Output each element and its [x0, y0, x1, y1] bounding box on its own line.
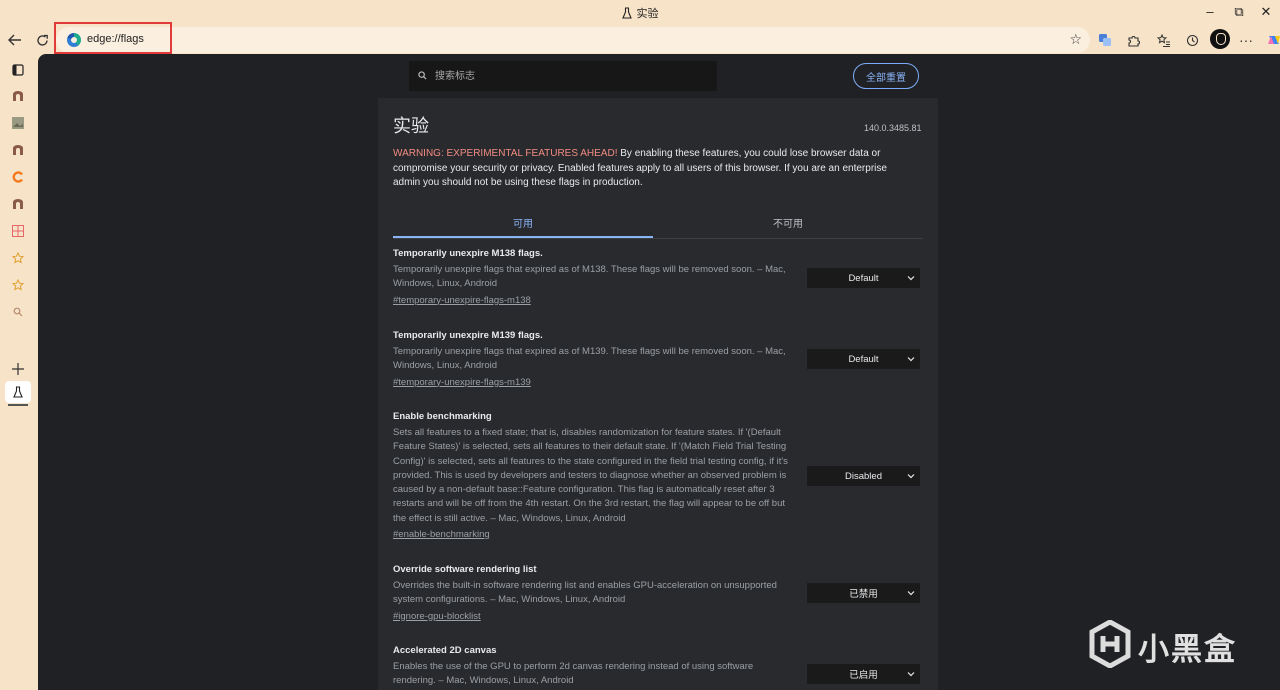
tab-unavailable[interactable]: 不可用	[653, 208, 923, 238]
favorite-star-icon[interactable]: ☆	[1069, 31, 1082, 48]
beaker-icon	[13, 386, 23, 398]
reset-all-button[interactable]: 全部重置	[853, 63, 919, 89]
c-favicon-icon	[12, 171, 23, 183]
address-text[interactable]: edge://flags	[87, 33, 144, 45]
picture-favicon-icon	[12, 117, 24, 129]
flag-description: Temporarily unexpire flags that expired …	[393, 264, 786, 290]
more-button[interactable]: ···	[1236, 30, 1256, 50]
grid-favicon-icon	[12, 225, 24, 237]
chevron-down-icon	[907, 672, 915, 677]
flag-description: Sets all features to a fixed state; that…	[393, 427, 788, 524]
search-box[interactable]	[409, 61, 717, 91]
page-title: 实验	[393, 116, 429, 136]
star-favicon-icon	[12, 252, 24, 264]
beaker-icon	[621, 7, 632, 19]
flag-permalink[interactable]: #temporary-unexpire-flags-m138	[393, 294, 923, 308]
history-icon	[1186, 34, 1198, 46]
tab-available[interactable]: 可用	[393, 208, 653, 238]
flags-page: 全部重置 实验 140.0.3485.81 WARNING: EXPERIMEN…	[38, 54, 1280, 690]
puzzle-icon	[1127, 35, 1140, 47]
tabs-divider	[393, 238, 923, 239]
favorites-button[interactable]	[1154, 30, 1174, 50]
flag-state-value: Default	[848, 272, 879, 284]
flag-permalink[interactable]: #temporary-unexpire-flags-m139	[393, 376, 923, 390]
flag-description: Enables the use of the GPU to perform 2d…	[393, 661, 754, 687]
edge-logo-icon	[67, 33, 81, 47]
copilot-button[interactable]	[1264, 30, 1280, 50]
warning-message: WARNING: EXPERIMENTAL FEATURES AHEAD! By…	[393, 147, 893, 191]
search-input[interactable]	[435, 66, 705, 86]
flag-state-value: Disabled	[845, 470, 882, 482]
flag-state-value: Default	[848, 353, 879, 365]
flag-description: Temporarily unexpire flags that expired …	[393, 346, 786, 372]
flag-permalink[interactable]: #enable-benchmarking	[393, 528, 923, 542]
version-label: 140.0.3485.81	[864, 123, 922, 133]
arch-favicon-icon	[13, 145, 23, 155]
tab-item-2[interactable]	[9, 114, 27, 132]
address-bar[interactable]: edge://flags ☆	[56, 27, 1090, 53]
tab-item-5[interactable]	[9, 195, 27, 213]
watermark-text: 小黑盒	[1138, 632, 1237, 667]
flag-permalink[interactable]: #ignore-gpu-blocklist	[393, 610, 923, 624]
refresh-button[interactable]	[32, 30, 52, 50]
chevron-down-icon	[907, 474, 915, 479]
warning-prefix: WARNING: EXPERIMENTAL FEATURES AHEAD!	[393, 148, 618, 159]
tab-item-4[interactable]	[9, 168, 27, 186]
favorites-list-icon	[1157, 33, 1170, 47]
watermark: 小黑盒	[1088, 620, 1248, 672]
copilot-icon	[1268, 36, 1280, 44]
new-tab-button[interactable]	[9, 360, 27, 378]
window-title-text: 实验	[636, 8, 659, 20]
restore-button[interactable]: ⧉	[1229, 3, 1249, 21]
flag-state-select[interactable]: Default	[807, 349, 920, 369]
flag-name: Temporarily unexpire M139 flags.	[393, 330, 543, 341]
flag-description: Overrides the built-in software renderin…	[393, 580, 777, 606]
flag-name: Accelerated 2D canvas	[393, 645, 497, 656]
tab-item-6[interactable]	[9, 222, 27, 240]
tab-actions-icon	[12, 64, 24, 76]
browser-window: 实验 – ⧉ ✕ edge://flags ☆ ··· 搜索标志 全部重置 实验…	[0, 0, 1280, 690]
chevron-down-icon	[907, 357, 915, 362]
flag-state-select[interactable]: 已禁用	[807, 583, 920, 603]
flag-state-value: 已禁用	[849, 589, 878, 600]
chevron-down-icon	[907, 591, 915, 596]
tab-actions-button[interactable]	[9, 61, 27, 79]
heybox-logo-icon	[1089, 620, 1131, 668]
active-tab-indicator	[8, 404, 28, 406]
flag-state-select[interactable]: Disabled	[807, 466, 920, 486]
translate-icon	[1099, 34, 1111, 46]
chevron-down-icon	[907, 276, 915, 281]
flag-name: Enable benchmarking	[393, 411, 492, 422]
plus-icon	[12, 363, 24, 375]
star-favicon-icon	[12, 279, 24, 291]
minimize-button[interactable]: –	[1200, 3, 1220, 21]
extensions-button[interactable]	[1123, 30, 1143, 50]
search-icon	[418, 71, 427, 80]
profile-avatar-icon[interactable]	[1210, 29, 1230, 49]
close-button[interactable]: ✕	[1256, 3, 1276, 21]
active-tab-favicon	[9, 383, 27, 401]
tab-item-9[interactable]	[9, 303, 27, 321]
flag-state-select[interactable]: 已启用	[807, 664, 920, 684]
toolbar: edge://flags ☆ ···	[0, 26, 1280, 54]
tab-item-3[interactable]	[9, 141, 27, 159]
search-favicon-icon	[13, 307, 23, 317]
translate-button[interactable]	[1095, 30, 1115, 50]
tab-item-1[interactable]	[9, 87, 27, 105]
arch-favicon-icon	[13, 199, 23, 209]
refresh-icon	[36, 34, 48, 46]
flag-name: Temporarily unexpire M138 flags.	[393, 248, 543, 259]
title-bar: 实验 – ⧉ ✕	[0, 0, 1280, 26]
flag-name: Override software rendering list	[393, 564, 537, 575]
flag-state-value: 已启用	[849, 670, 878, 681]
vertical-tabs	[0, 54, 38, 690]
tab-item-8[interactable]	[9, 276, 27, 294]
window-title: 实验	[0, 5, 1280, 21]
history-button[interactable]	[1182, 30, 1202, 50]
flag-state-select[interactable]: Default	[807, 268, 920, 288]
back-arrow-icon	[8, 34, 21, 46]
arch-favicon-icon	[13, 91, 23, 101]
tab-item-7[interactable]	[9, 249, 27, 267]
back-button[interactable]	[5, 30, 25, 50]
